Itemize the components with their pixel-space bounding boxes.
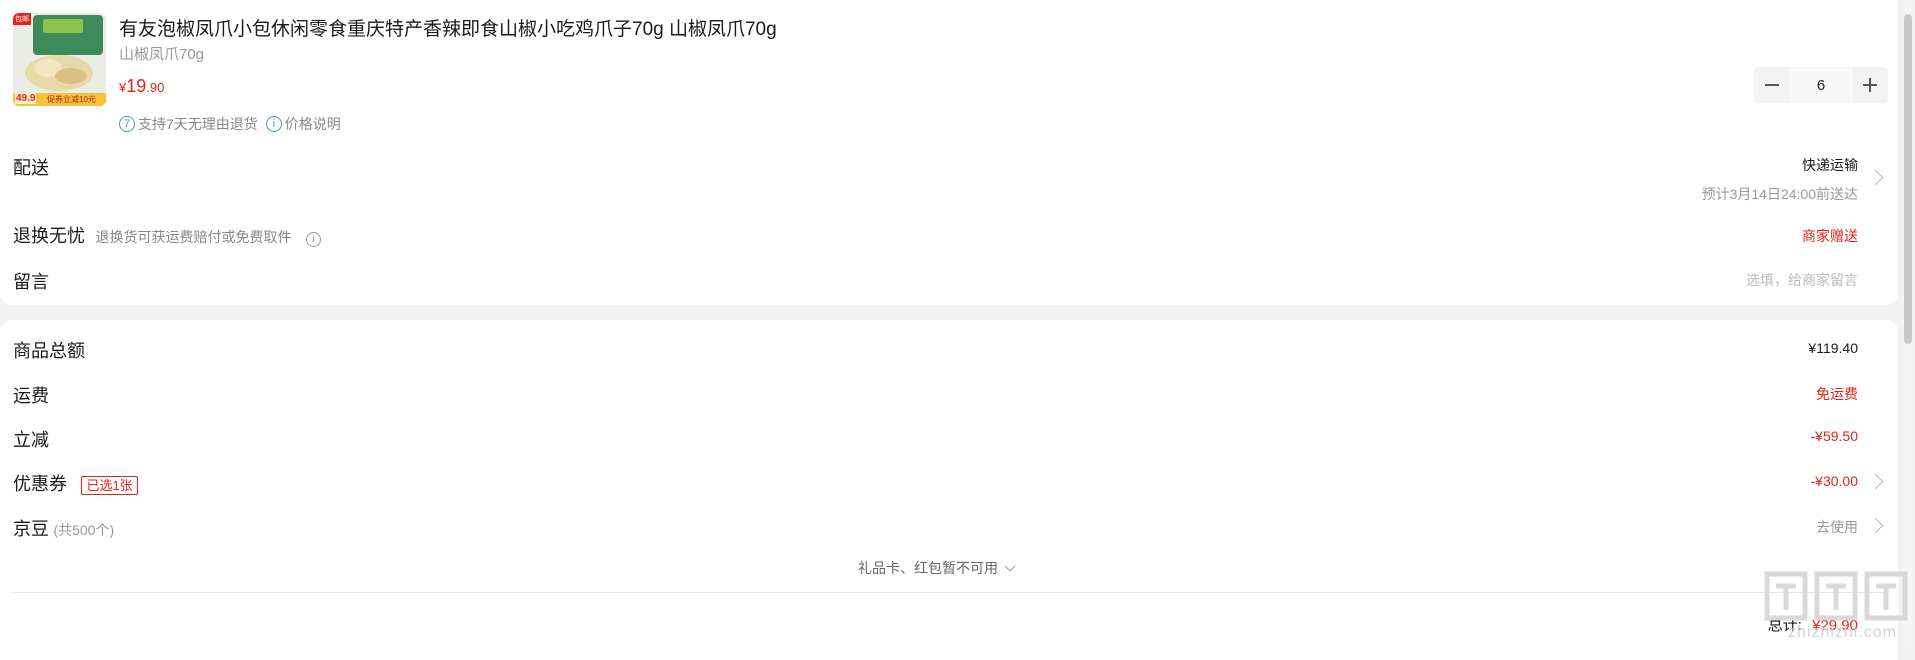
price-int: 19 (126, 76, 147, 96)
info-icon: i (265, 116, 282, 132)
divider (13, 592, 1886, 593)
coupon-value[interactable]: -¥30.00 (1811, 473, 1858, 489)
watermark-text: zhizhizhi.com (1788, 624, 1898, 641)
minus-icon (1765, 84, 1779, 86)
scrollbar-thumb[interactable] (1904, 14, 1912, 344)
price-dec: .90 (146, 80, 165, 95)
thumb-promo: 促券立减10元 (47, 95, 96, 104)
watermark-logo: zhizhizhi.com (1762, 566, 1912, 649)
plus-icon (1863, 78, 1877, 92)
watermark-glyph (1764, 571, 1908, 621)
shipping-label: 运费 (13, 386, 49, 406)
return-policy-tag[interactable]: 支持7天无理由退货 (138, 114, 258, 134)
discount-value: -¥59.50 (1810, 428, 1858, 444)
delivery-label: 配送 (13, 158, 49, 178)
price-explain-link[interactable]: 价格说明 (285, 114, 341, 134)
price-summary-card (0, 320, 1898, 660)
beans-count: (共500个) (53, 522, 115, 538)
service-tags: 7 支持7天无理由退货 i 价格说明 (119, 114, 341, 134)
shipping-value: 免运费 (1816, 386, 1858, 402)
returns-row: 退换无忧 退换货可获运费赔付或免费取件 i (13, 222, 321, 248)
product-thumbnail[interactable]: 包邮 49.9 促券立减10元 (13, 13, 106, 106)
note-label: 留言 (13, 272, 49, 292)
returns-label: 退换无忧 (13, 226, 85, 246)
product-title[interactable]: 有友泡椒凤爪小包休闲零食重庆特产香辣即食山椒小吃鸡爪子70g 山椒凤爪70g (119, 14, 777, 41)
delivery-method[interactable]: 快递运输 (1802, 155, 1858, 175)
info-icon[interactable]: i (305, 232, 321, 247)
discount-label: 立减 (13, 430, 49, 450)
coupon-label: 优惠券 (13, 474, 67, 494)
product-price: ¥19.90 (119, 76, 164, 97)
chevron-down-icon (1004, 560, 1016, 572)
thumb-badge: 包邮 (15, 16, 29, 23)
decrease-button[interactable] (1754, 67, 1790, 103)
beans-label: 京豆 (13, 519, 49, 539)
return-7days-icon: 7 (119, 116, 135, 132)
beans-use-link[interactable]: 去使用 (1816, 517, 1858, 537)
delivery-eta: 预计3月14日24:00前送达 (1701, 186, 1858, 202)
giftcard-note: 礼品卡、红包暂不可用 (858, 560, 998, 576)
goods-total-label: 商品总额 (13, 341, 85, 361)
returns-value: 商家赠送 (1802, 228, 1858, 244)
goods-total-value: ¥119.40 (1808, 340, 1858, 356)
coupon-row[interactable]: 优惠券 已选1张 (13, 470, 138, 496)
quantity-stepper: 6 (1754, 67, 1888, 103)
beans-row: 京豆 (共500个) (13, 515, 114, 541)
giftcard-toggle[interactable]: 礼品卡、红包暂不可用 (858, 558, 1016, 578)
thumb-price: 49.9 (15, 93, 37, 104)
quantity-input[interactable]: 6 (1791, 67, 1851, 103)
returns-desc: 退换货可获运费赔付或免费取件 (95, 229, 292, 245)
increase-button[interactable] (1852, 67, 1888, 103)
product-spec: 山椒凤爪70g (119, 46, 205, 63)
order-item-card (0, 0, 1898, 305)
coupon-badge: 已选1张 (81, 476, 138, 496)
note-input[interactable]: 选填，给商家留言 (1746, 270, 1858, 290)
